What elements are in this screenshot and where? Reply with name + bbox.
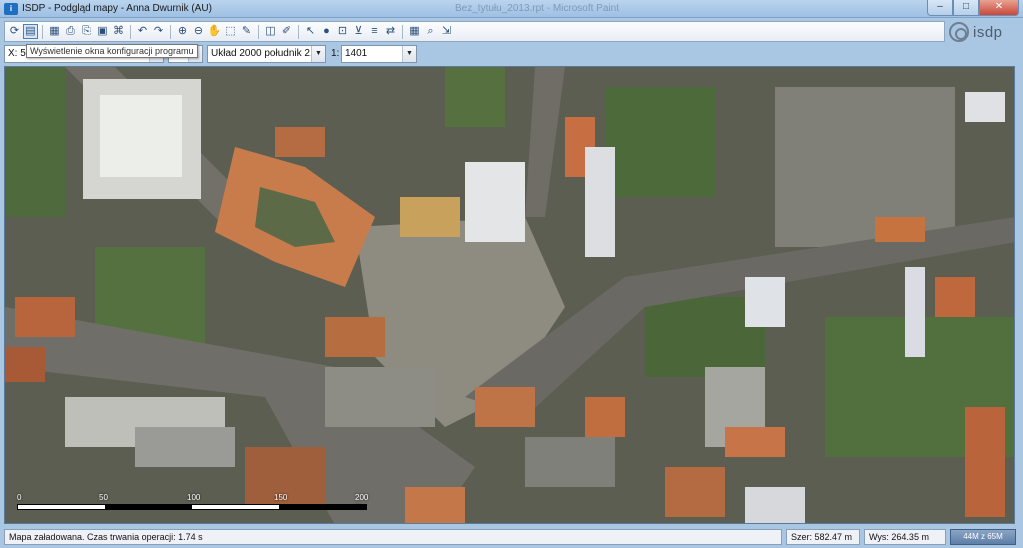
refresh-map-button[interactable]: ⟳ [7, 24, 22, 39]
aerial-map-image[interactable] [5, 67, 1015, 524]
scale-tick-label: 100 [187, 493, 201, 502]
tree-button[interactable]: ⌘ [111, 24, 126, 39]
scale-bar-segment [105, 505, 192, 509]
map-scale-bar: 0 50 100 150 200 m [17, 493, 368, 513]
isdp-logo: isdp [949, 20, 1017, 44]
config-tooltip: Wyświetlenie okna konfiguracji programu [26, 44, 198, 58]
layers-button[interactable]: ▦ [47, 24, 62, 39]
coordinates-row: X: 5 ▼ ⍑ N ▼ Układ 2000 południk 21 ▼ 1:… [0, 44, 1023, 66]
window-title: ISDP - Podgląd mapy - Anna Dwurnik (AU) [22, 3, 212, 14]
identify-button[interactable]: ⊡ [335, 24, 350, 39]
toolbar-separator [298, 24, 299, 39]
toolbar-separator [402, 24, 403, 39]
toolbar-separator [170, 24, 171, 39]
zoom-in-button[interactable]: ⊕ [175, 24, 190, 39]
pan-button[interactable]: ✋ [207, 24, 222, 39]
save-button[interactable]: ▣ [95, 24, 110, 39]
toolbar-separator [42, 24, 43, 39]
edit-button[interactable]: ✎ [239, 24, 254, 39]
background-window-title: Bez_tytułu_2013.rpt - Microsoft Paint [455, 3, 619, 14]
toolbar-separator [258, 24, 259, 39]
memory-indicator: 44M z 65M [950, 529, 1016, 545]
map-view[interactable]: 0 50 100 150 200 m [4, 66, 1015, 524]
route-button[interactable]: ⇄ [383, 24, 398, 39]
config-button[interactable]: ▤ [23, 24, 38, 39]
status-message: Mapa załadowana. Czas trwania operacji: … [4, 529, 782, 545]
scale-bar-segments [17, 504, 367, 510]
draw-button[interactable]: ✐ [279, 24, 294, 39]
isdp-app-icon: i [4, 2, 18, 15]
coordinates-text: X: 5 [8, 48, 26, 59]
zoom-extent-button[interactable]: ⬚ [223, 24, 238, 39]
map-height: Wys: 264.35 m [864, 529, 946, 545]
window-title-bar[interactable]: i ISDP - Podgląd mapy - Anna Dwurnik (AU… [0, 0, 1023, 18]
chevron-down-icon[interactable]: ▼ [402, 46, 416, 62]
close-button[interactable]: ✕ [979, 0, 1019, 16]
search-button[interactable]: ⌕ [423, 24, 438, 39]
print-button[interactable]: ⎙ [63, 24, 78, 39]
point-button[interactable]: ● [319, 24, 334, 39]
minimize-button[interactable]: – [927, 0, 953, 16]
zoom-out-button[interactable]: ⊖ [191, 24, 206, 39]
scale-tick-label: 50 [99, 493, 108, 502]
filter-button[interactable]: ⊻ [351, 24, 366, 39]
map-width: Szer: 582.47 m [786, 529, 860, 545]
attributes-button[interactable]: ≡ [367, 24, 382, 39]
maximize-button[interactable]: □ [953, 0, 979, 16]
main-toolbar: ⟳ ▤ ▦ ⎙ ⎘ ▣ ⌘ ↶ ↷ ⊕ ⊖ ✋ ⬚ ✎ ◫ ✐ ↖ ● ⊡ ⊻ ≡ ⇄ ▦ ⌕ ⇲ [4, 21, 945, 42]
toolbar-separator [130, 24, 131, 39]
redo-button[interactable]: ↷ [151, 24, 166, 39]
export-button[interactable]: ⇲ [439, 24, 454, 39]
scale-bar-segment [192, 505, 279, 509]
copy-button[interactable]: ⎘ [79, 24, 94, 39]
chevron-down-icon[interactable]: ▼ [311, 46, 325, 62]
select-button[interactable]: ↖ [303, 24, 318, 39]
isdp-logo-icon [949, 22, 969, 42]
scale-tick-label: 150 [274, 493, 288, 502]
scale-select[interactable]: 1401 ▼ [341, 45, 417, 63]
measure-button[interactable]: ◫ [263, 24, 278, 39]
undo-button[interactable]: ↶ [135, 24, 150, 39]
scale-tick-label: 0 [17, 493, 22, 502]
scale-bar-segment [18, 505, 105, 509]
scale-value: 1401 [345, 48, 368, 59]
scale-bar-segment [279, 505, 366, 509]
table-button[interactable]: ▦ [407, 24, 422, 39]
crs-select[interactable]: Układ 2000 południk 21 ▼ [207, 45, 326, 63]
status-bar: Mapa załadowana. Czas trwania operacji: … [0, 526, 1023, 548]
toolbar-row: ⟳ ▤ ▦ ⎙ ⎘ ▣ ⌘ ↶ ↷ ⊕ ⊖ ✋ ⬚ ✎ ◫ ✐ ↖ ● ⊡ ⊻ ≡ ⇄ ▦ ⌕ ⇲ [0, 18, 1023, 44]
scale-label: 1: [331, 48, 340, 59]
isdp-logo-text: isdp [973, 23, 1003, 41]
crs-value: Układ 2000 południk 21 [211, 48, 316, 59]
